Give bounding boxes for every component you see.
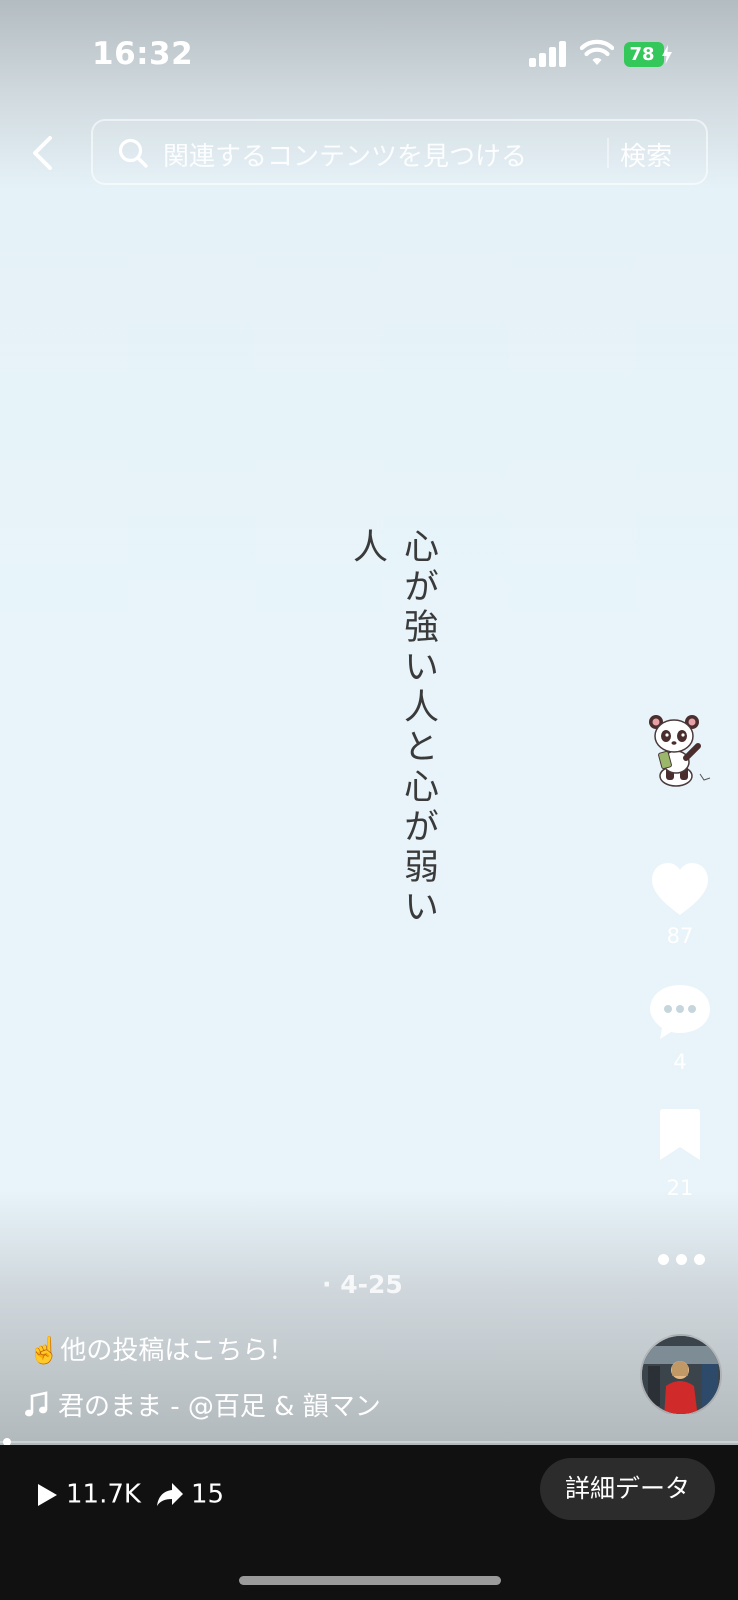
- share-count-stat: 15: [155, 1479, 224, 1510]
- play-icon: [38, 1483, 57, 1506]
- more-button[interactable]: [658, 1254, 708, 1266]
- search-divider: [607, 138, 609, 168]
- play-count: 11.7K: [66, 1479, 141, 1510]
- cellular-signal-icon: [529, 40, 567, 67]
- heart-icon: [652, 863, 708, 915]
- bookmark-icon: [660, 1109, 700, 1160]
- play-count-stat: 11.7K: [34, 1479, 141, 1510]
- comment-count: 4: [673, 1050, 687, 1074]
- music-info[interactable]: 君のまま - @百足 & 韻マン: [24, 1386, 381, 1423]
- status-time: 16:32: [92, 36, 194, 72]
- bookmark-count: 21: [666, 1176, 694, 1200]
- video-title-text: 心が強い人と心が弱い人: [347, 528, 438, 928]
- search-icon: [118, 138, 148, 168]
- more-icon: [658, 1254, 669, 1265]
- like-button[interactable]: [640, 858, 720, 918]
- comment-button[interactable]: [640, 982, 720, 1042]
- status-bar: 16:32 78: [0, 0, 738, 110]
- bottom-bar: 11.7K 15 詳細データ: [0, 1445, 738, 1600]
- panda-sticker-icon[interactable]: [642, 712, 712, 788]
- post-date: · 4-25: [322, 1270, 403, 1299]
- music-title: 君のまま - @百足 & 韻マン: [58, 1392, 381, 1422]
- home-indicator[interactable]: [239, 1576, 501, 1585]
- battery-indicator: 78: [624, 42, 672, 67]
- like-count: 87: [666, 924, 694, 948]
- search-button[interactable]: 検索: [620, 136, 672, 173]
- search-bar[interactable]: 関連するコンテンツを見つける 検索: [91, 119, 708, 185]
- post-caption[interactable]: ☝️他の投稿はこちら！: [28, 1330, 294, 1367]
- share-icon: [157, 1482, 183, 1506]
- back-button[interactable]: [22, 130, 62, 176]
- sound-avatar[interactable]: [640, 1334, 722, 1416]
- search-input[interactable]: 関連するコンテンツを見つける: [163, 136, 527, 173]
- battery-percent: 78: [629, 44, 655, 65]
- charging-bolt-icon: [662, 45, 672, 64]
- music-note-icon: [25, 1390, 48, 1416]
- share-count: 15: [191, 1479, 225, 1510]
- details-button[interactable]: 詳細データ: [540, 1458, 715, 1520]
- bookmark-button[interactable]: [640, 1108, 720, 1164]
- video-progress-track[interactable]: [0, 1441, 738, 1443]
- wifi-icon: [580, 39, 614, 65]
